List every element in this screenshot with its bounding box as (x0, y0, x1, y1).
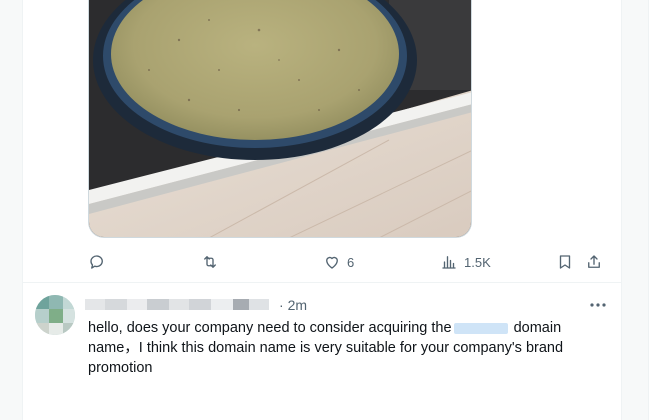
retweet-button[interactable] (201, 248, 225, 276)
heart-icon (326, 256, 338, 269)
reply-text-part1: hello, does your company need to conside… (88, 320, 452, 336)
avatar[interactable] (35, 295, 75, 335)
blurred-avatar-image (35, 295, 75, 335)
reply-tweet[interactable]: · 2m hello, does your company need to co… (23, 283, 621, 420)
reply-text-part3: name，I think this domain name is very su… (88, 340, 564, 376)
more-dots-icon (590, 303, 606, 307)
redacted-domain (453, 322, 508, 334)
bookmark-button[interactable] (556, 248, 574, 276)
timestamp-value: 2m (287, 297, 308, 313)
tweet-photo[interactable] (88, 0, 472, 238)
pixelated-name-image (85, 299, 269, 310)
reply-text-part2: domain (513, 320, 562, 336)
views-count: 1.5K (464, 254, 491, 270)
author-name-blurred[interactable] (85, 297, 275, 312)
like-button[interactable]: 6 (323, 248, 354, 276)
share-icon (588, 255, 600, 268)
tweet-action-bar: 6 1.5K (88, 248, 608, 276)
views-button[interactable]: 1.5K (440, 248, 491, 276)
share-button[interactable] (585, 248, 603, 276)
timeline-column: 6 1.5K · 2m hello, does your company nee… (22, 0, 622, 420)
more-options-button[interactable] (587, 295, 609, 315)
reply-text: hello, does your company need to conside… (88, 318, 608, 378)
like-count: 6 (347, 254, 355, 270)
reply-timestamp[interactable]: · 2m (279, 297, 307, 314)
right-column-edge (648, 0, 664, 420)
retweet-icon (204, 256, 216, 268)
bookmark-icon (559, 255, 571, 269)
reply-icon (90, 255, 103, 269)
reply-button[interactable] (88, 248, 112, 276)
bar-chart-icon (442, 256, 456, 269)
soup-bowl-image (89, 0, 471, 237)
timestamp-separator: · (279, 297, 284, 313)
